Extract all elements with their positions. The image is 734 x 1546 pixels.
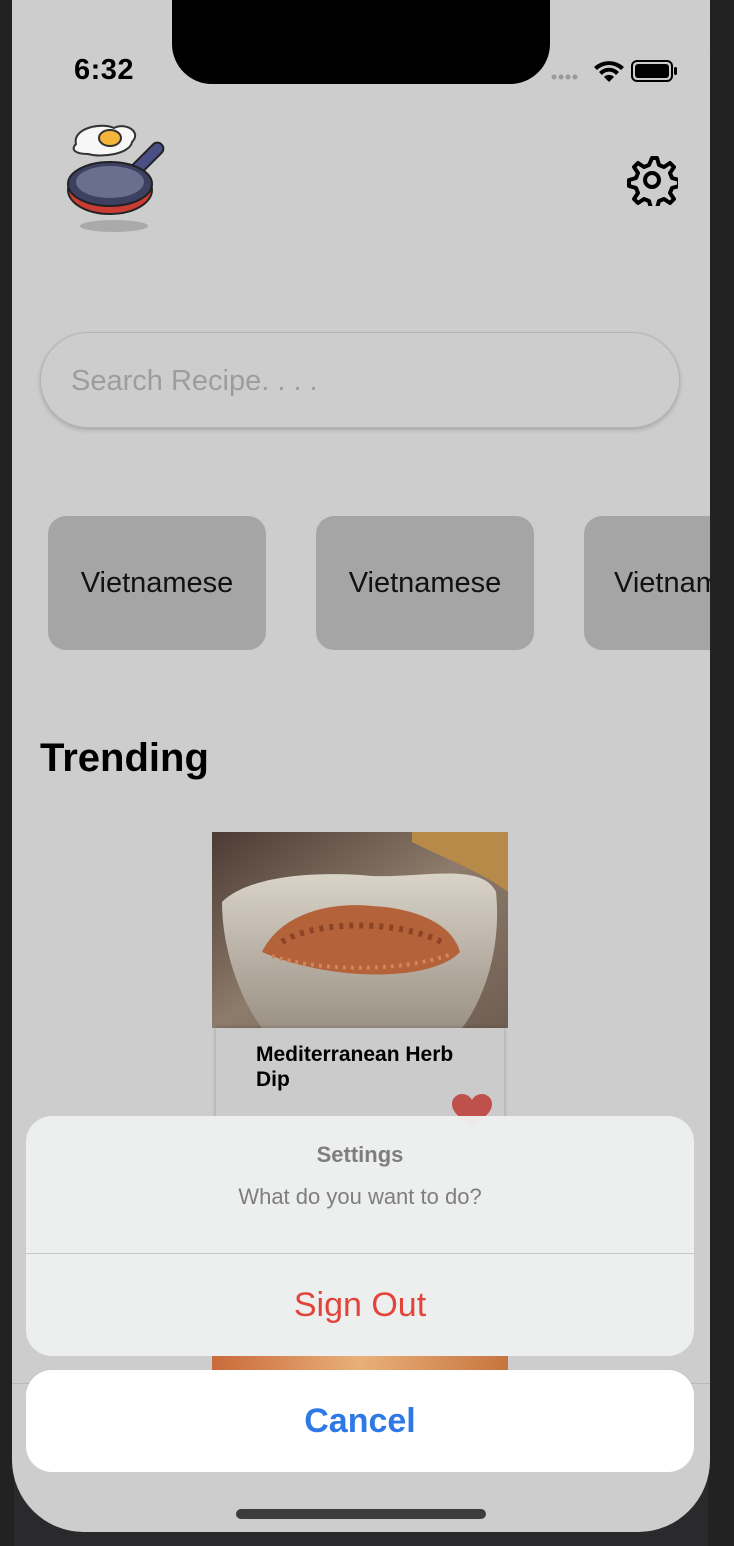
recipe-image (212, 832, 508, 1028)
device-frame: 6:32 Vietnamese Vietnamese (0, 0, 734, 1546)
wifi-icon (594, 61, 624, 82)
section-title: Trending (40, 736, 209, 780)
cancel-button[interactable]: Cancel (26, 1370, 694, 1472)
category-chip-vietnamese[interactable]: Vietnamese (316, 516, 534, 650)
frying-pan-egg-icon (67, 124, 165, 232)
category-label: Vietnamese (80, 566, 234, 599)
signal-icon (551, 74, 578, 80)
recipe-title: Mediterranean Herb Dip (256, 1043, 454, 1091)
status-time: 6:32 (74, 54, 135, 86)
status-icons (551, 60, 677, 82)
search-bar (40, 332, 680, 429)
action-sheet: Settings What do you want to do? Sign Ou… (26, 1116, 694, 1356)
action-sheet-message: What do you want to do? (238, 1184, 482, 1209)
battery-icon (631, 60, 677, 82)
device-bezel-right (708, 0, 734, 1546)
sign-out-button[interactable]: Sign Out (26, 1254, 694, 1356)
gear-icon[interactable] (626, 154, 678, 206)
category-label: Vietnamese (614, 566, 710, 599)
recipe-card[interactable]: Mediterranean Herb Dip (212, 832, 508, 1148)
search-input[interactable] (69, 333, 653, 429)
category-chip-vietnamese[interactable]: Vietnamese (584, 516, 710, 650)
category-label: Vietnamese (348, 566, 502, 599)
device-notch (172, 0, 550, 84)
home-indicator[interactable] (236, 1509, 486, 1519)
action-sheet-title: Settings (316, 1142, 404, 1167)
category-chip-vietnamese[interactable]: Vietnamese (48, 516, 266, 650)
